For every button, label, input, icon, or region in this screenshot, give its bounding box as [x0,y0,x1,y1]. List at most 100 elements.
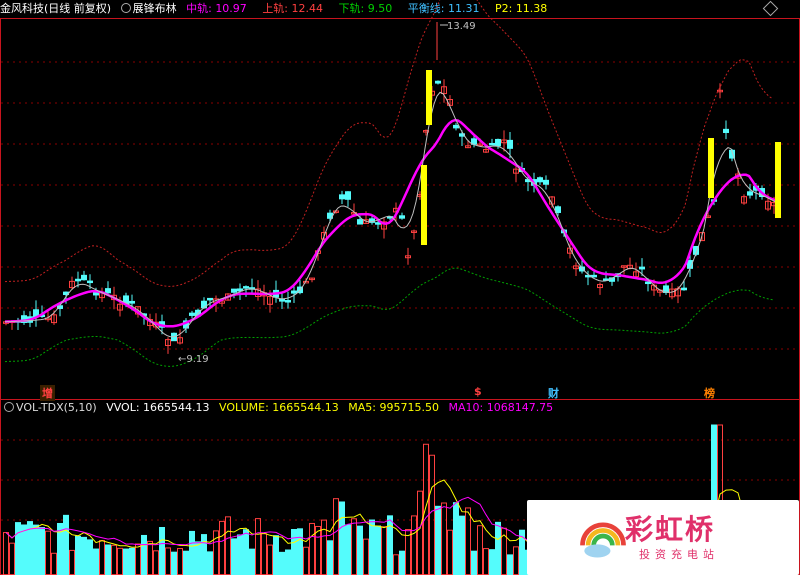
candle-body [243,286,249,289]
volume-bar [177,548,183,575]
signal-bar [421,165,427,245]
volume-bar [249,548,255,575]
volume-bar [483,548,489,575]
candle-body [645,281,651,285]
candle-body [81,274,87,281]
volume-bar [333,498,339,575]
candle-body [75,278,81,282]
volume-bar [495,521,501,575]
volume-bar [99,540,105,575]
volume-bar [129,547,135,575]
watermark-overlay: 彩虹桥 投资充电站 [527,500,799,575]
signal-bar [708,138,714,198]
candle-body [537,177,543,183]
candle-body [435,80,441,84]
upper-band-line [4,0,774,287]
volume-bar [321,519,327,575]
volume-bar [447,529,453,575]
volume-bar [489,549,495,575]
stock-chart-window: 金风科技(日线 前复权) 展锋布林 中轨: 10.97 上轨: 12.44 下轨… [0,0,800,575]
volume-bar [231,538,237,575]
volume-bar [15,522,21,575]
volume-bar [189,530,195,575]
volume-bar [285,549,291,575]
volume-bar [267,544,273,575]
volume-bar [363,538,369,575]
candle-body [495,138,501,147]
volume-indicator-name[interactable]: VOL-TDX(5,10) [16,401,97,414]
volume-bar [465,507,471,575]
candle-body [285,300,291,303]
volume-bar [297,528,303,575]
volume-bar [507,554,513,575]
volume-bar [381,526,387,575]
volume-bar [309,522,315,575]
volume-bar [357,525,363,575]
volume-bar [63,514,69,575]
volume-bar [423,443,429,575]
volume-bar [135,543,141,575]
volume-bar [291,529,297,575]
candle-body [399,215,405,219]
volume-bar [477,525,483,575]
volume-bar [141,534,147,575]
volume-bar [417,490,423,575]
high-price-label: 13.49 [447,21,476,32]
volume-bar [3,532,9,575]
moving-average-line [4,91,777,338]
volume-bar [219,520,225,575]
volume-bar [459,515,465,575]
volume-bar [387,515,393,575]
candle-body [453,124,459,129]
volume-bar [393,554,399,575]
volume-bar [261,533,267,575]
volume-bar [435,505,441,575]
event-badge-cai[interactable]: 财 [548,385,559,401]
circle-icon[interactable] [4,402,14,412]
volume-bar [339,501,345,575]
candle-body [345,191,351,200]
volume-bar [195,541,201,575]
volume-bar [171,551,177,575]
volume-bar [411,515,417,575]
candle-body [231,288,237,293]
volume-bar [327,540,333,575]
event-badge-bang[interactable]: 榜 [704,385,715,401]
candle-body [543,179,549,185]
candle-body [375,222,381,225]
volume-bar [243,529,249,575]
volume-bar [345,524,351,575]
candle-body [105,288,111,294]
volume-bar [303,546,309,575]
watermark-brand-name: 彩虹桥 [625,513,716,546]
volume-bar [201,534,207,575]
volume-bar [183,550,189,575]
volume-bar [117,547,123,575]
volume-bar [51,552,57,575]
volume-bar [471,550,477,575]
candle-body [639,266,645,270]
volume-bar [315,525,321,575]
candle-body [189,312,195,316]
volume-bar [33,524,39,575]
volume-bar [93,548,99,575]
chart-canvas[interactable]: 13.49 ←9.19 [0,0,800,575]
ma10-readout: MA10: 1068147.75 [448,401,554,414]
volume-bar [111,544,117,575]
volume-bar [237,534,243,575]
volume-bar [441,502,447,575]
volume-bar [399,550,405,575]
event-badge-zeng[interactable]: 增 [40,385,55,401]
candle-body [129,300,135,304]
candle-body [279,298,285,302]
candle-body [489,142,495,146]
volume-bar [513,546,519,575]
volume-readout: VOLUME: 1665544.13 [219,401,339,414]
candle-body [723,128,729,133]
volume-bar [207,551,213,575]
event-badge-dollar[interactable]: $ [474,385,482,398]
candle-body [357,219,363,225]
volume-bar [75,535,81,575]
volume-bar [39,527,45,575]
signal-bar [426,70,432,125]
